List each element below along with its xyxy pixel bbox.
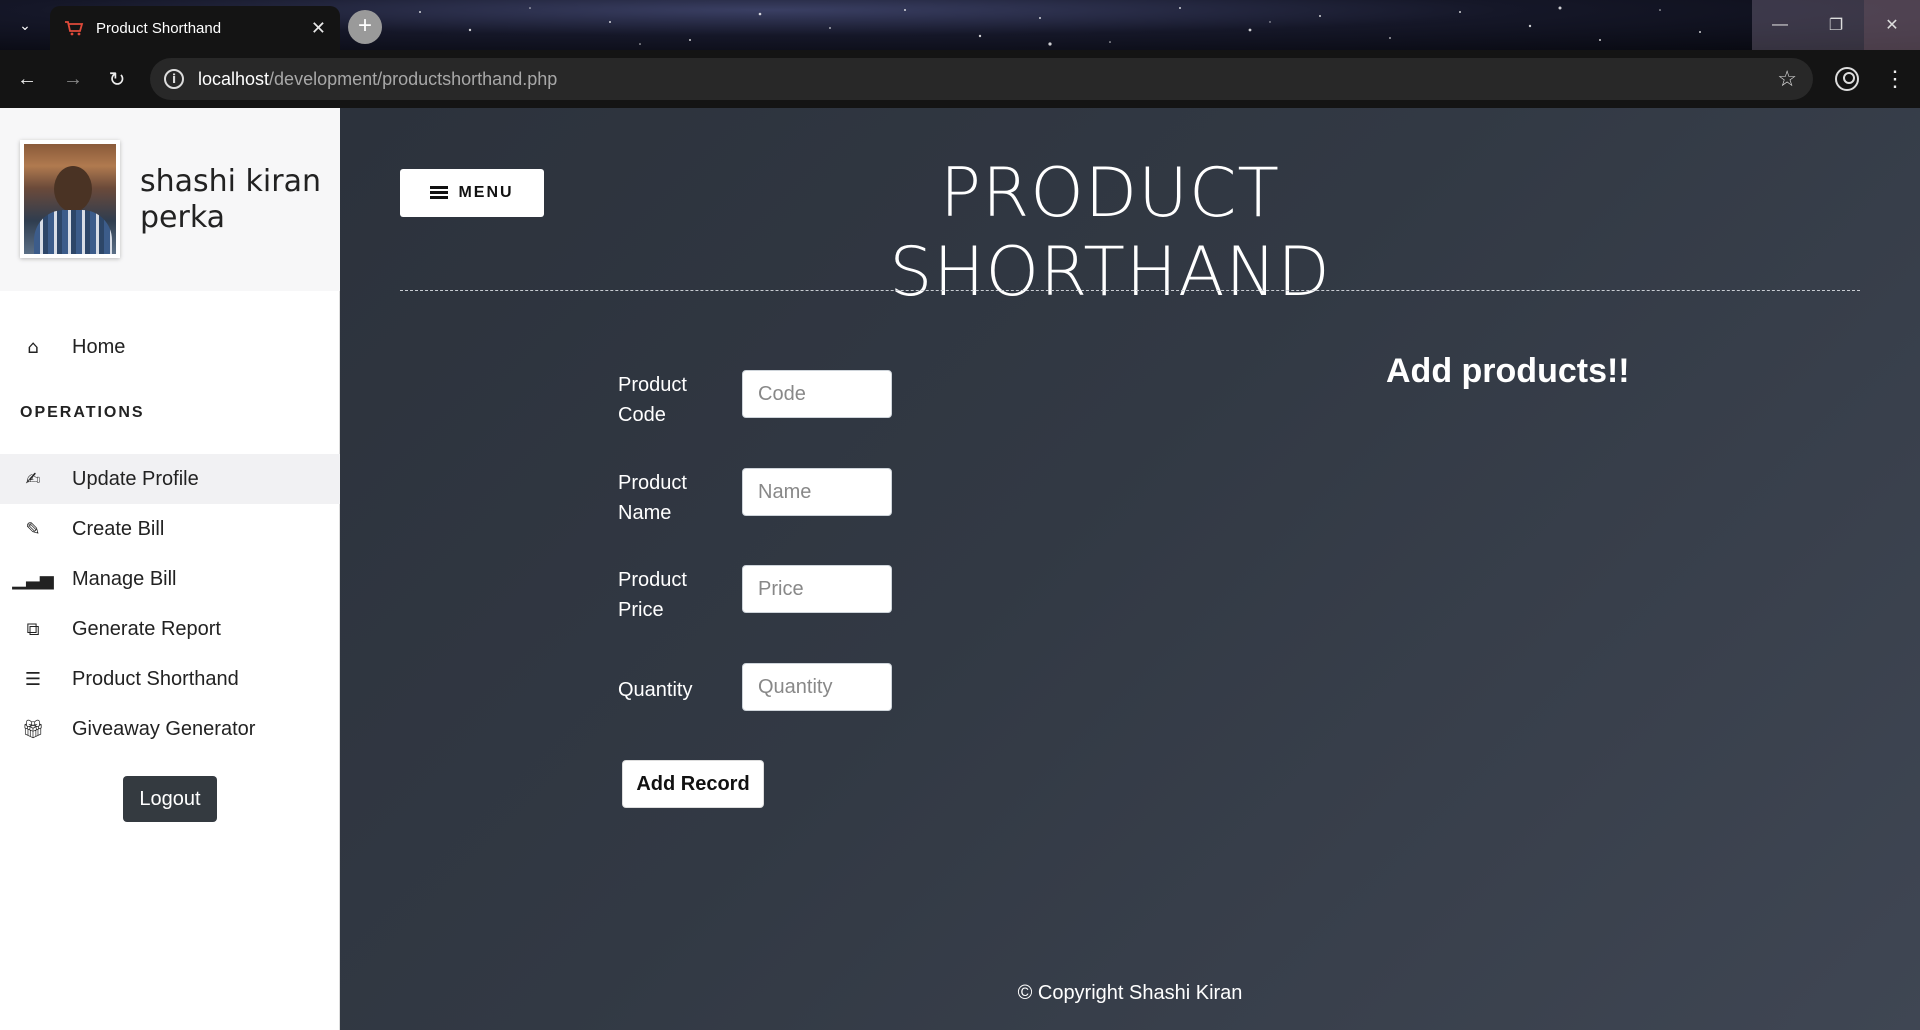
- url-host: localhost: [198, 68, 270, 89]
- profile-card: shashi kiran perka: [0, 108, 340, 291]
- forward-arrow-icon[interactable]: →: [56, 62, 90, 96]
- sidebar-item-update-profile[interactable]: ✍ Update Profile: [0, 454, 340, 504]
- window-controls: — ❐ ✕: [1752, 0, 1920, 50]
- new-tab-button[interactable]: +: [348, 10, 382, 44]
- sidebar-item-product-shorthand[interactable]: ☰ Product Shorthand: [0, 654, 340, 704]
- hamburger-icon: [430, 186, 449, 200]
- list-icon: ☰: [24, 668, 42, 690]
- sidebar: shashi kiran perka ⌂ Home OPERATIONS ✍ U…: [0, 108, 340, 1030]
- sidebar-item-label: Giveaway Generator: [72, 717, 256, 740]
- footer-copyright: © Copyright Shashi Kiran: [1017, 982, 1243, 1004]
- section-heading-operations: OPERATIONS: [20, 404, 145, 421]
- sidebar-item-label: Product Shorthand: [72, 667, 239, 690]
- quantity-label: Quantity: [618, 679, 693, 701]
- restore-icon[interactable]: ❐: [1808, 0, 1864, 50]
- menu-button[interactable]: MENU: [400, 169, 544, 217]
- cart-favicon-icon: [65, 21, 84, 36]
- sidebar-item-create-bill[interactable]: ✎ Create Bill: [0, 504, 340, 554]
- product-name-input[interactable]: [742, 468, 892, 516]
- url-path: /development/productshorthand.php: [269, 68, 558, 89]
- user-name: shashi kiran perka: [140, 164, 321, 235]
- edit-icon: ✎: [25, 518, 41, 540]
- sidebar-item-label: Home: [72, 335, 126, 358]
- bookmark-star-icon[interactable]: ☆: [1777, 66, 1797, 92]
- form-row-name: Product Name: [618, 468, 918, 548]
- sidebar-item-manage-bill[interactable]: ▁▃▅ Manage Bill: [0, 554, 340, 604]
- page-title: PRODUCT SHORTHAND: [889, 154, 1331, 312]
- sidebar-item-label: Create Bill: [72, 517, 165, 540]
- product-price-input[interactable]: [742, 565, 892, 613]
- product-code-input[interactable]: [742, 370, 892, 418]
- avatar-shirt: [34, 210, 112, 254]
- sidebar-item-label: Generate Report: [72, 617, 221, 640]
- browser-tab-active[interactable]: Product Shorthand ✕: [50, 6, 340, 50]
- sidebar-item-home[interactable]: ⌂ Home: [0, 326, 340, 368]
- product-price-label: Product Price: [618, 569, 687, 621]
- main-content: MENU PRODUCT SHORTHAND Product Code Prod…: [340, 108, 1920, 1030]
- site-info-icon[interactable]: i: [164, 69, 184, 89]
- quantity-input[interactable]: [742, 663, 892, 711]
- product-code-label: Product Code: [618, 374, 687, 426]
- add-record-button[interactable]: Add Record: [622, 760, 764, 808]
- avatar-head: [54, 166, 92, 212]
- tab-search-button[interactable]: ⌄: [8, 8, 42, 42]
- profile-icon[interactable]: [1835, 67, 1859, 91]
- menu-label: MENU: [458, 184, 514, 201]
- sidebar-nav: ✍ Update Profile ✎ Create Bill ▁▃▅ Manag…: [0, 454, 340, 754]
- window-close-icon[interactable]: ✕: [1864, 0, 1920, 50]
- tab-title: Product Shorthand: [96, 19, 222, 37]
- sidebar-item-generate-report[interactable]: ⧉ Generate Report: [0, 604, 340, 654]
- form-row-price: Product Price: [618, 565, 918, 645]
- add-products-heading: Add products!!: [1386, 352, 1630, 390]
- tab-close-icon[interactable]: ✕: [311, 18, 326, 39]
- browser-toolbar: ← → ↻ i localhost/development/productsho…: [0, 50, 1920, 108]
- form-row-code: Product Code: [618, 370, 918, 450]
- back-arrow-icon[interactable]: ←: [10, 62, 44, 96]
- gift-icon: 🎁︎: [21, 718, 45, 740]
- product-name-label: Product Name: [618, 472, 687, 524]
- home-icon: ⌂: [27, 336, 39, 358]
- clone-icon: ⧉: [26, 618, 40, 640]
- bar-chart-icon: ▁▃▅: [12, 568, 54, 590]
- chevron-down-icon: ⌄: [19, 16, 31, 33]
- minimize-icon[interactable]: —: [1752, 0, 1808, 50]
- kebab-menu-icon[interactable]: ⋮: [1880, 62, 1910, 96]
- page: shashi kiran perka ⌂ Home OPERATIONS ✍ U…: [0, 108, 1920, 1030]
- avatar: [20, 140, 120, 258]
- sidebar-item-giveaway-generator[interactable]: 🎁︎ Giveaway Generator: [0, 704, 340, 754]
- address-bar[interactable]: i localhost/development/productshorthand…: [150, 58, 1813, 100]
- reload-icon[interactable]: ↻: [100, 62, 134, 96]
- url-text: localhost/development/productshorthand.p…: [198, 69, 557, 90]
- pen-signature-icon: ✍: [25, 468, 41, 490]
- browser-tab-strip: ⌄ Product Shorthand ✕ + — ❐ ✕: [0, 0, 1920, 50]
- form-row-quantity: Quantity: [618, 663, 918, 743]
- sidebar-item-label: Manage Bill: [72, 567, 177, 590]
- sidebar-item-label: Update Profile: [72, 467, 199, 490]
- logout-button[interactable]: Logout: [123, 776, 217, 822]
- header-divider: [400, 290, 1860, 291]
